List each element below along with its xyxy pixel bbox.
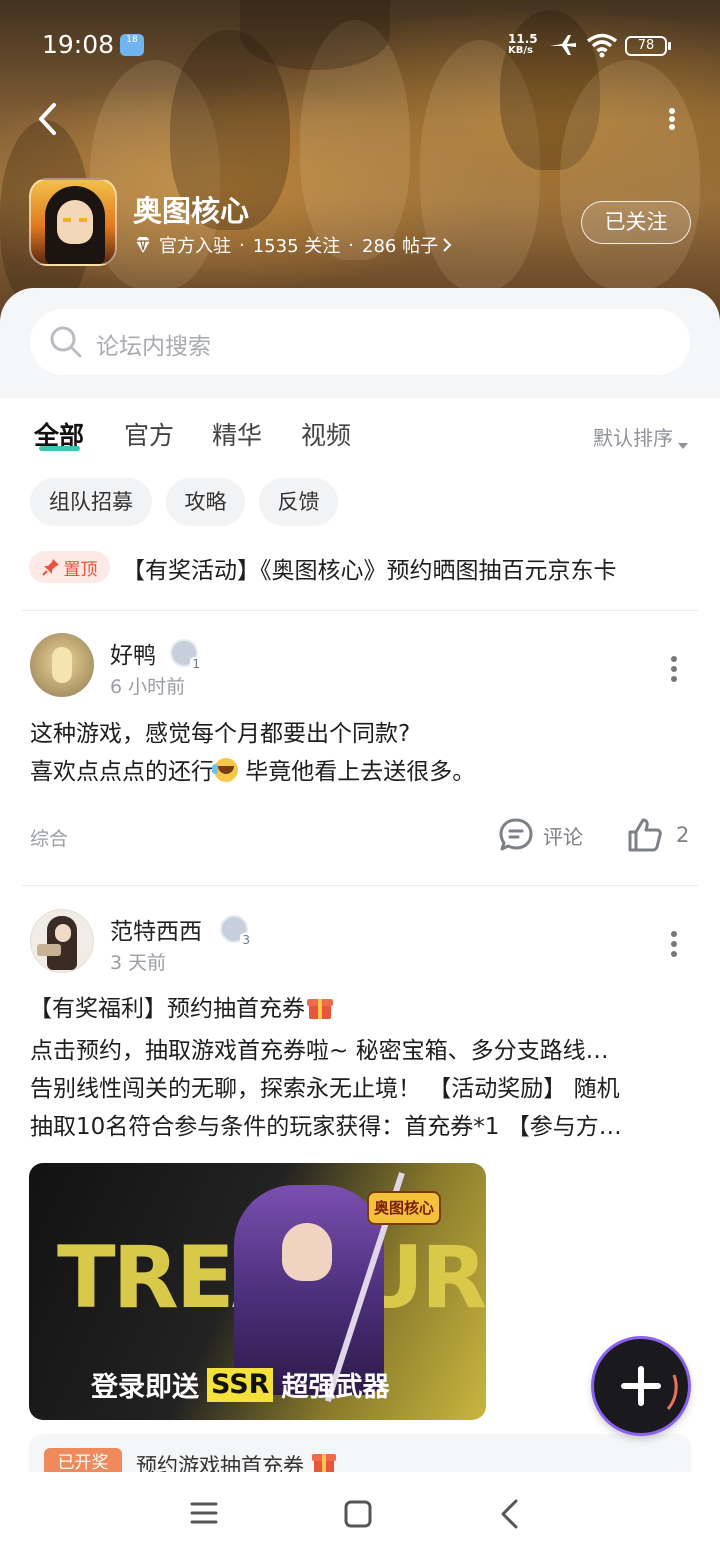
net-speed-unit: KB/s bbox=[508, 45, 533, 56]
airplane-mode-icon bbox=[548, 33, 578, 57]
user-level-badge: 3 bbox=[220, 915, 252, 947]
weather-icon: 18 bbox=[120, 34, 144, 56]
tab-official[interactable]: 官方 bbox=[124, 416, 174, 452]
official-badge-label: 官方入驻 bbox=[159, 236, 231, 257]
post-content-line: 告别线性闯关的无聊，探索永无止境！ 【活动奖励】 随机 bbox=[30, 1076, 620, 1102]
sort-label: 默认排序 bbox=[593, 426, 673, 450]
avatar[interactable] bbox=[30, 633, 94, 697]
back-nav-icon[interactable] bbox=[498, 1498, 522, 1530]
user-level-badge: 1 bbox=[170, 639, 202, 671]
search-icon bbox=[48, 324, 84, 360]
forum-game-icon bbox=[29, 178, 117, 266]
chip-guide[interactable]: 攻略 bbox=[166, 478, 245, 526]
menu-icon[interactable] bbox=[190, 1499, 218, 1527]
avatar[interactable] bbox=[30, 909, 94, 973]
post-author-name[interactable]: 范特西西 bbox=[110, 912, 202, 946]
gift-emoji-icon bbox=[307, 994, 333, 1020]
like-count: 2 bbox=[676, 823, 690, 847]
like-button[interactable]: 2 bbox=[626, 816, 689, 854]
posts-count: 286 帖子 bbox=[362, 236, 439, 257]
post-content-line: 喜欢点点点的还行 毕竟他看上去送很多。 bbox=[30, 758, 476, 785]
chevron-right-icon bbox=[442, 237, 452, 253]
tab-active-indicator bbox=[39, 446, 80, 451]
gift-emoji-icon bbox=[312, 1450, 336, 1474]
create-post-fab[interactable] bbox=[594, 1339, 688, 1433]
followers-count: 1535 关注 bbox=[252, 236, 341, 257]
back-button[interactable] bbox=[30, 98, 70, 140]
post-image[interactable]: TREASURE 奥图核心 登录即送 SSR 超强武器 bbox=[29, 1163, 486, 1420]
wifi-icon bbox=[586, 32, 618, 58]
system-navigation-bar bbox=[0, 1472, 720, 1559]
post-content-line: 抽取10名符合参与条件的玩家获得：首充券*1 【参与方… bbox=[30, 1114, 622, 1140]
diamond-icon bbox=[133, 235, 153, 255]
search-placeholder: 论坛内搜索 bbox=[96, 334, 211, 360]
pin-icon bbox=[41, 558, 60, 576]
battery-icon: 78 bbox=[625, 36, 667, 56]
plus-icon bbox=[621, 1366, 678, 1410]
battery-tip bbox=[668, 42, 671, 50]
banner-caption: 登录即送 SSR 超强武器 bbox=[91, 1367, 390, 1403]
pinned-post-title[interactable]: 【有奖活动】《奥图核心》预约晒图抽百元京东卡 bbox=[122, 551, 617, 585]
tab-featured[interactable]: 精华 bbox=[212, 416, 262, 452]
forum-name: 奥图核心 bbox=[133, 194, 250, 228]
caret-down-icon bbox=[677, 432, 689, 449]
tab-video[interactable]: 视频 bbox=[301, 416, 351, 452]
follow-button[interactable]: 已关注 bbox=[581, 201, 691, 244]
pinned-badge: 置顶 bbox=[29, 551, 110, 583]
post-time: 3 天前 bbox=[110, 952, 167, 974]
comment-button[interactable]: 评论 bbox=[497, 816, 583, 854]
comment-icon bbox=[497, 816, 535, 854]
post-more-icon[interactable] bbox=[671, 931, 677, 957]
divider bbox=[22, 610, 698, 611]
more-vertical-icon bbox=[669, 108, 675, 130]
divider bbox=[22, 885, 698, 886]
post-time: 6 小时前 bbox=[110, 676, 186, 698]
laugh-cry-emoji-icon bbox=[212, 758, 238, 782]
post-title: 【有奖福利】预约抽首充券 bbox=[29, 990, 333, 1028]
chip-team-recruit[interactable]: 组队招募 bbox=[30, 478, 152, 526]
post-author-name[interactable]: 好鸭 bbox=[110, 636, 156, 670]
more-options-button[interactable] bbox=[664, 104, 680, 134]
thumbs-up-icon bbox=[626, 816, 664, 854]
status-time: 19:08 bbox=[42, 30, 115, 59]
sort-dropdown[interactable]: 默认排序 bbox=[593, 422, 689, 451]
chip-feedback[interactable]: 反馈 bbox=[259, 478, 338, 526]
post-content-line: 这种游戏，感觉每个月都要出个同款? bbox=[30, 721, 411, 747]
status-bar: 19:08 18 11.5 KB/s 78 bbox=[0, 0, 720, 92]
post-category[interactable]: 综合 bbox=[30, 824, 68, 851]
search-bar[interactable]: 论坛内搜索 bbox=[30, 309, 690, 375]
chevron-left-icon bbox=[39, 103, 56, 135]
home-icon[interactable] bbox=[343, 1499, 373, 1529]
forum-stats: 官方入驻 · 1535 关注 · 286 帖子 bbox=[133, 232, 452, 258]
banner-game-logo: 奥图核心 bbox=[367, 1191, 441, 1225]
post-content-line: 点击预约，抽取游戏首充券啦~ 秘密宝箱、多分支路线… bbox=[30, 1038, 609, 1064]
net-speed-value: 11.5 bbox=[508, 32, 538, 46]
post-more-icon[interactable] bbox=[671, 656, 677, 682]
